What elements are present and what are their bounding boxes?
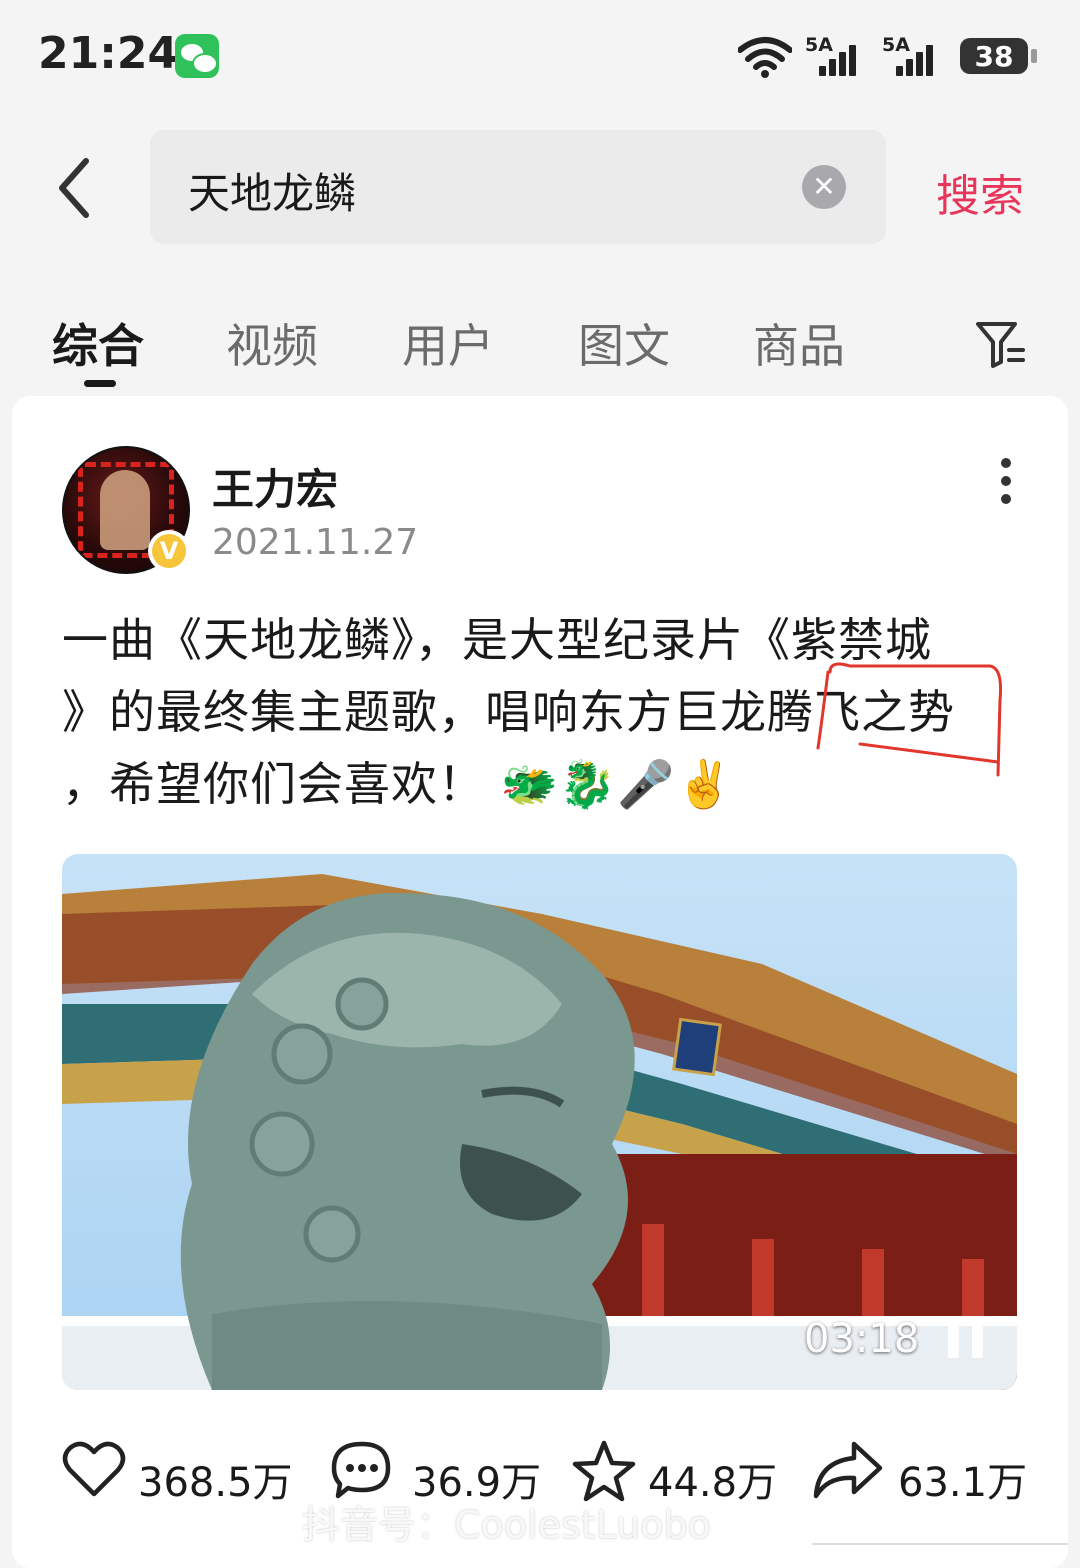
divider bbox=[812, 1543, 1068, 1545]
result-tabs: 综合 视频 用户 图文 商品 bbox=[0, 300, 1080, 390]
video-thumbnail[interactable] bbox=[62, 854, 1017, 1390]
battery-tip bbox=[1031, 49, 1037, 63]
post-card[interactable]: V 王力宏 2021.11.27 一曲《天地龙鳞》，是大型纪录片《紫禁城 》的最… bbox=[12, 396, 1068, 1568]
tab-video[interactable]: 视频 bbox=[226, 310, 318, 376]
cell-signal-icon: 5A bbox=[882, 34, 942, 76]
status-time: 21:24 bbox=[38, 28, 179, 79]
video-frame-image bbox=[62, 874, 1017, 1390]
back-arrow-icon[interactable] bbox=[52, 155, 102, 221]
active-tab-indicator bbox=[84, 380, 116, 387]
tab-products[interactable]: 商品 bbox=[753, 310, 845, 376]
like-button[interactable]: 368.5万 bbox=[62, 1436, 293, 1516]
post-date: 2021.11.27 bbox=[212, 522, 419, 563]
share-button[interactable]: 63.1万 bbox=[812, 1436, 1032, 1516]
tab-users[interactable]: 用户 bbox=[402, 310, 494, 376]
tab-all[interactable]: 综合 bbox=[52, 310, 144, 376]
comment-icon bbox=[331, 1441, 391, 1499]
battery-level: 38 bbox=[974, 40, 1014, 73]
search-button[interactable]: 搜索 bbox=[936, 160, 1024, 224]
video-duration: 03:18 bbox=[804, 1316, 920, 1362]
wifi-icon bbox=[738, 37, 792, 78]
tab-image-text[interactable]: 图文 bbox=[578, 310, 670, 376]
like-count: 368.5万 bbox=[138, 1460, 293, 1506]
clear-icon[interactable]: ✕ bbox=[802, 165, 846, 209]
filter-icon[interactable] bbox=[975, 318, 1027, 370]
douyin-watermark: 抖音号：CoolestLuobo bbox=[302, 1503, 711, 1547]
wechat-notification-icon bbox=[175, 34, 219, 78]
share-arrow-icon bbox=[813, 1441, 883, 1499]
search-input[interactable]: 天地龙鳞 ✕ bbox=[150, 130, 886, 244]
post-text-line: 一曲《天地龙鳞》，是大型纪录片《紫禁城 bbox=[62, 613, 932, 667]
more-options-icon[interactable] bbox=[1000, 458, 1012, 508]
author-name[interactable]: 王力宏 bbox=[212, 456, 338, 517]
status-bar: 21:24 5A 5A 38 bbox=[0, 0, 1080, 110]
pause-icon[interactable] bbox=[946, 1318, 986, 1358]
search-query[interactable]: 天地龙鳞 bbox=[188, 160, 356, 221]
post-text-line: 》的最终集主题歌，唱响东方巨龙腾飞之势 bbox=[62, 685, 955, 739]
battery-icon: 38 bbox=[960, 38, 1028, 74]
post-text[interactable]: 一曲《天地龙鳞》，是大型纪录片《紫禁城 》的最终集主题歌，唱响东方巨龙腾飞之势 … bbox=[62, 604, 1022, 820]
verified-badge-icon: V bbox=[148, 530, 190, 572]
cell-signal-icon: 5A bbox=[805, 34, 865, 76]
share-count: 63.1万 bbox=[898, 1460, 1028, 1506]
heart-icon bbox=[62, 1441, 126, 1497]
post-text-line: ，希望你们会喜欢！ 🐲🐉🎤✌️ bbox=[62, 757, 734, 811]
